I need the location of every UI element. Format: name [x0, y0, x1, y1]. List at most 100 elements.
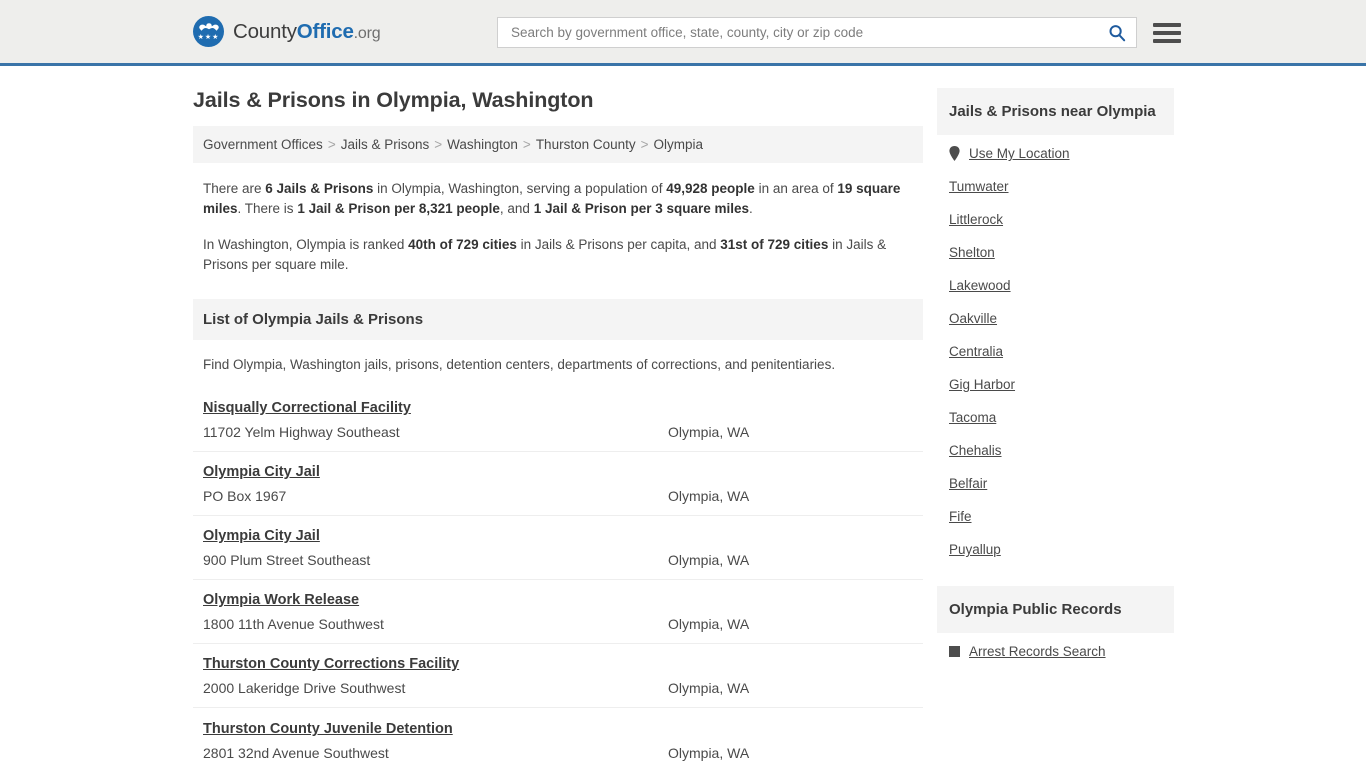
listing-details: Thurston County Juvenile Detention 2801 3… — [203, 720, 668, 761]
listing-city-state: Olympia, WA — [668, 424, 750, 440]
eagle-seal-logo-icon: ★★★ — [193, 16, 224, 47]
sidebar-city-link[interactable]: Oakville — [949, 311, 997, 326]
breadcrumb-separator: > — [327, 137, 336, 152]
intro-text: in Jails & Prisons per capita, and — [516, 237, 721, 252]
sidebar-item-use-my-location[interactable]: Use My Location — [949, 135, 1162, 168]
listing-name-link[interactable]: Thurston County Corrections Facility — [203, 656, 459, 672]
sidebar-city-link[interactable]: Littlerock — [949, 212, 1003, 227]
sidebar-city-link[interactable]: Centralia — [949, 344, 1003, 359]
intro-highlight: 31st of 729 cities — [720, 237, 829, 252]
listing-details: Olympia City Jail 900 Plum Street Southea… — [203, 527, 668, 568]
use-my-location-link[interactable]: Use My Location — [969, 146, 1070, 161]
sidebar-item-city[interactable]: Littlerock — [949, 201, 1162, 234]
listing-city-state: Olympia, WA — [668, 616, 750, 632]
intro-text: . There is — [237, 201, 298, 216]
sidebar-item-city[interactable]: Fife — [949, 498, 1162, 531]
listing-details: Olympia City Jail PO Box 1967 — [203, 463, 668, 504]
intro-paragraph-1: There are 6 Jails & Prisons in Olympia, … — [203, 179, 916, 219]
sidebar-city-link[interactable]: Belfair — [949, 476, 987, 491]
listing-row: Olympia City Jail 900 Plum Street Southea… — [193, 516, 923, 580]
sidebar-item-public-record[interactable]: Arrest Records Search — [949, 633, 1162, 666]
listing-name-link[interactable]: Olympia City Jail — [203, 528, 320, 544]
listing-address: 2000 Lakeridge Drive Southwest — [203, 680, 406, 696]
sidebar-public-records-card: Olympia Public Records Arrest Records Se… — [937, 586, 1174, 666]
sidebar-city-link[interactable]: Lakewood — [949, 278, 1011, 293]
sidebar-item-city[interactable]: Tacoma — [949, 399, 1162, 432]
search-box[interactable] — [497, 17, 1137, 48]
sidebar-item-city[interactable]: Belfair — [949, 465, 1162, 498]
listing-address: 2801 32nd Avenue Southwest — [203, 745, 389, 761]
public-record-link[interactable]: Arrest Records Search — [969, 644, 1106, 659]
main-content: Jails & Prisons in Olympia, Washington G… — [193, 66, 923, 768]
listing-name-link[interactable]: Olympia City Jail — [203, 464, 320, 480]
stars-icon: ★★★ — [197, 34, 220, 41]
breadcrumb-item[interactable]: Washington — [447, 137, 518, 152]
listing-address: 900 Plum Street Southeast — [203, 552, 371, 568]
sidebar-item-city[interactable]: Lakewood — [949, 267, 1162, 300]
intro-paragraph-2: In Washington, Olympia is ranked 40th of… — [203, 235, 916, 275]
sidebar-city-link[interactable]: Chehalis — [949, 443, 1002, 458]
search-input[interactable] — [509, 18, 1104, 47]
listing-name-link[interactable]: Olympia Work Release — [203, 592, 359, 608]
listing-details: Thurston County Corrections Facility 2000… — [203, 655, 668, 696]
sidebar-nearby-title: Jails & Prisons near Olympia — [937, 88, 1174, 135]
listing-name-link[interactable]: Nisqually Correctional Facility — [203, 400, 411, 416]
sidebar-city-link[interactable]: Gig Harbor — [949, 377, 1015, 392]
sidebar-item-city[interactable]: Shelton — [949, 234, 1162, 267]
search-icon — [1109, 24, 1126, 41]
intro-highlight: 49,928 people — [666, 181, 755, 196]
page-title: Jails & Prisons in Olympia, Washington — [193, 88, 594, 112]
section-title: List of Olympia Jails & Prisons — [193, 299, 923, 340]
sidebar-item-city[interactable]: Chehalis — [949, 432, 1162, 465]
search-area — [497, 17, 1181, 48]
listing-address: 11702 Yelm Highway Southeast — [203, 424, 400, 440]
listing-details: Olympia Work Release 1800 11th Avenue Sou… — [203, 591, 668, 632]
breadcrumb: Government Offices > Jails & Prisons > Washi… — [193, 126, 923, 163]
intro-highlight: 1 Jail & Prison per 3 square miles — [533, 201, 750, 216]
intro-text: There are — [203, 181, 266, 196]
page-body: Jails & Prisons in Olympia, Washington G… — [0, 66, 1366, 768]
sidebar-public-records-title: Olympia Public Records — [937, 586, 1174, 633]
jails-prisons-list: Nisqually Correctional Facility 11702 Yel… — [193, 388, 923, 768]
intro-highlight: 40th of 729 cities — [408, 237, 517, 252]
breadcrumb-item[interactable]: Jails & Prisons — [341, 137, 430, 152]
site-logo[interactable]: ★★★ CountyOffice.org — [193, 16, 381, 47]
hamburger-bar — [1153, 30, 1181, 35]
listing-name-link[interactable]: Thurston County Juvenile Detention — [203, 721, 453, 737]
breadcrumb-item[interactable]: Government Offices — [203, 137, 323, 152]
sidebar: Jails & Prisons near Olympia Use My Loca… — [937, 66, 1174, 666]
listing-row: Olympia City Jail PO Box 1967 Olympia, WA — [193, 452, 923, 516]
listing-row: Thurston County Corrections Facility 2000… — [193, 644, 923, 708]
search-button[interactable] — [1104, 20, 1130, 46]
sidebar-city-link[interactable]: Puyallup — [949, 542, 1001, 557]
sidebar-item-city[interactable]: Gig Harbor — [949, 366, 1162, 399]
sidebar-city-link[interactable]: Fife — [949, 509, 972, 524]
listing-address: PO Box 1967 — [203, 488, 287, 504]
sidebar-item-city[interactable]: Tumwater — [949, 168, 1162, 201]
listing-address: 1800 11th Avenue Southwest — [203, 616, 384, 632]
sidebar-city-link[interactable]: Tacoma — [949, 410, 996, 425]
sidebar-city-link[interactable]: Tumwater — [949, 179, 1009, 194]
breadcrumb-item[interactable]: Thurston County — [536, 137, 636, 152]
listing-details: Nisqually Correctional Facility 11702 Yel… — [203, 399, 668, 440]
intro-text: in Olympia, Washington, serving a popula… — [373, 181, 667, 196]
sidebar-item-city[interactable]: Puyallup — [949, 531, 1162, 564]
hamburger-bar — [1153, 38, 1181, 43]
listing-city-state: Olympia, WA — [668, 745, 750, 761]
map-pin-icon — [949, 146, 960, 161]
hamburger-bar — [1153, 22, 1181, 27]
sidebar-item-city[interactable]: Centralia — [949, 333, 1162, 366]
logo-text-org: .org — [353, 24, 381, 42]
intro-text: In Washington, Olympia is ranked — [203, 237, 409, 252]
eagle-icon — [198, 23, 219, 31]
hamburger-menu-icon[interactable] — [1153, 22, 1181, 44]
intro-highlight: 6 Jails & Prisons — [265, 181, 374, 196]
listing-city-state: Olympia, WA — [668, 680, 750, 696]
breadcrumb-item[interactable]: Olympia — [654, 137, 704, 152]
intro-text: , and — [499, 201, 534, 216]
sidebar-city-link[interactable]: Shelton — [949, 245, 995, 260]
site-header: ★★★ CountyOffice.org — [0, 0, 1366, 66]
sidebar-item-city[interactable]: Oakville — [949, 300, 1162, 333]
breadcrumb-separator: > — [640, 137, 649, 152]
intro-text: in an area of — [754, 181, 838, 196]
